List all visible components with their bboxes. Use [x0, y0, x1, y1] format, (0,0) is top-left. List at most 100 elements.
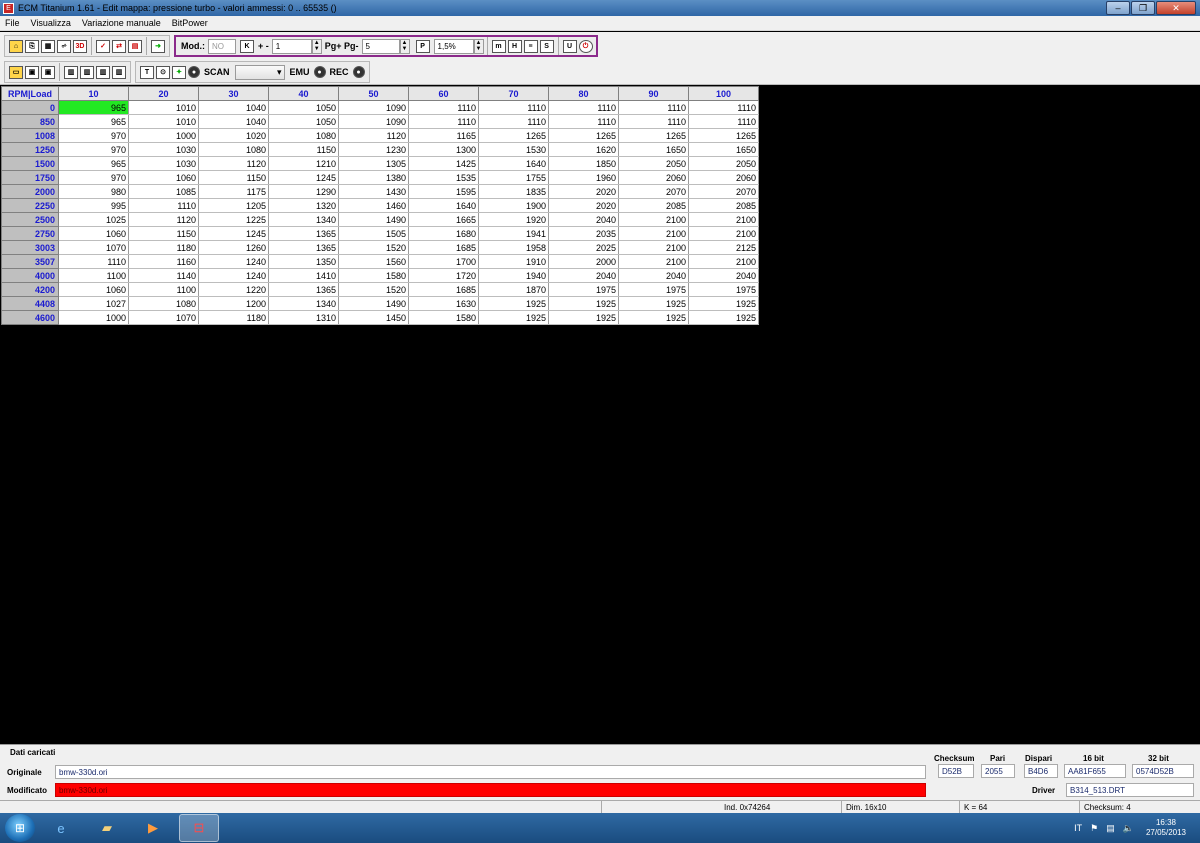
volume-icon[interactable]: 🔈	[1123, 823, 1134, 834]
map-cell[interactable]: 1010	[128, 100, 199, 115]
map-cell[interactable]: 1320	[268, 198, 339, 213]
map-cell[interactable]: 1365	[268, 226, 339, 241]
map-cell[interactable]: 1180	[128, 240, 199, 255]
map-cell[interactable]: 1265	[548, 128, 619, 143]
map-cell[interactable]: 1925	[478, 310, 549, 325]
map-cell[interactable]: 1530	[478, 142, 549, 157]
map-cell[interactable]: 1290	[268, 184, 339, 199]
map-cell[interactable]: 1120	[198, 156, 269, 171]
map-cell[interactable]: 1925	[548, 296, 619, 311]
map-cell[interactable]: 1520	[338, 282, 409, 297]
map-cell[interactable]: 1755	[478, 170, 549, 185]
map-cell[interactable]: 1150	[268, 142, 339, 157]
map-row-header[interactable]: 850	[1, 114, 59, 129]
map-cell[interactable]: 1925	[548, 310, 619, 325]
map-cell[interactable]: 1030	[128, 142, 199, 157]
map-cell[interactable]: 1060	[58, 282, 129, 297]
map-cell[interactable]: 1060	[58, 226, 129, 241]
map-cell[interactable]: 1960	[548, 170, 619, 185]
map-cell[interactable]: 1110	[688, 114, 759, 129]
map-cell[interactable]: 2050	[618, 156, 689, 171]
map-cell[interactable]: 980	[58, 184, 129, 199]
emu-button-icon[interactable]: ●	[313, 66, 326, 78]
map-cell[interactable]: 1110	[128, 198, 199, 213]
map-cell[interactable]: 1685	[408, 282, 479, 297]
original-file-field[interactable]: bmw-330d.ori	[55, 765, 926, 779]
language-indicator[interactable]: IT	[1074, 823, 1082, 833]
map-row-header[interactable]: 2750	[1, 226, 59, 241]
map-cell[interactable]: 2020	[548, 198, 619, 213]
map-cell[interactable]: 1940	[478, 268, 549, 283]
map-cell[interactable]: 1580	[408, 310, 479, 325]
graph-2d-icon[interactable]: ⩫	[57, 39, 71, 53]
save-as-icon[interactable]: ▣	[41, 65, 55, 79]
minimize-button[interactable]: –	[1106, 1, 1130, 15]
map-row-header[interactable]: 2500	[1, 212, 59, 227]
map-cell[interactable]: 1305	[338, 156, 409, 171]
open-folder-icon[interactable]: ▭	[9, 65, 23, 79]
map-cell[interactable]: 1925	[478, 296, 549, 311]
map-cell[interactable]: 1975	[688, 282, 759, 297]
network-icon[interactable]: ▤	[1106, 823, 1115, 834]
map-cell[interactable]: 1365	[268, 240, 339, 255]
map-cell[interactable]: 1180	[198, 310, 269, 325]
copy-icon[interactable]: ⎘	[25, 39, 39, 53]
map-cell[interactable]: 1240	[198, 268, 269, 283]
map-cell[interactable]: 1175	[198, 184, 269, 199]
map-cell[interactable]: 1265	[618, 128, 689, 143]
map-cell[interactable]: 1665	[408, 212, 479, 227]
map-cell[interactable]: 2100	[618, 226, 689, 241]
map-cell[interactable]: 1958	[478, 240, 549, 255]
percent-field[interactable]: 1,5%	[433, 38, 474, 54]
rec-button-icon[interactable]: ●	[352, 66, 365, 78]
modified-file-field[interactable]: bmw-330d.ori	[55, 783, 926, 797]
map-cell[interactable]: 1245	[268, 170, 339, 185]
map-cell[interactable]: 1140	[128, 268, 199, 283]
map-cell[interactable]: 1030	[128, 156, 199, 171]
map-cell[interactable]: 1010	[128, 114, 199, 129]
map-cell[interactable]: 1100	[128, 282, 199, 297]
map-cell[interactable]: 1165	[408, 128, 479, 143]
map-cell[interactable]: 1910	[478, 254, 549, 269]
map-cell[interactable]: 1620	[548, 142, 619, 157]
map-column-header[interactable]: 40	[268, 86, 339, 101]
menu-file[interactable]: File	[5, 18, 20, 28]
map-cell[interactable]: 1720	[408, 268, 479, 283]
scan-select[interactable]	[234, 64, 285, 80]
map-column-header[interactable]: 60	[408, 86, 479, 101]
map-cell[interactable]: 1450	[338, 310, 409, 325]
map-cell[interactable]: 1085	[128, 184, 199, 199]
map-cell[interactable]: 2035	[548, 226, 619, 241]
map-cell[interactable]: 1460	[338, 198, 409, 213]
undo-icon[interactable]: S	[539, 39, 554, 53]
map-cell[interactable]: 2100	[618, 254, 689, 269]
plusminus-spinner[interactable]: ▲ ▼	[311, 38, 322, 54]
map-row-header[interactable]: 1008	[1, 128, 59, 143]
check-icon[interactable]: ✓	[96, 39, 110, 53]
map-cell[interactable]: 970	[58, 142, 129, 157]
map-cell[interactable]: 1080	[128, 296, 199, 311]
save-icon[interactable]: ▣	[25, 65, 39, 79]
maximize-button[interactable]: ❐	[1131, 1, 1155, 15]
map-cell[interactable]: 2100	[688, 212, 759, 227]
map-cell[interactable]: 1100	[58, 268, 129, 283]
map-cell[interactable]: 1230	[338, 142, 409, 157]
map-cell[interactable]: 1300	[408, 142, 479, 157]
map-cell[interactable]: 1110	[58, 254, 129, 269]
map-cell[interactable]: 1080	[268, 128, 339, 143]
map-cell[interactable]: 965	[58, 156, 129, 171]
map-column-header[interactable]: 90	[618, 86, 689, 101]
map-row-header[interactable]: 1750	[1, 170, 59, 185]
plusminus-field[interactable]: 1	[271, 38, 312, 54]
info-icon[interactable]: U	[562, 39, 577, 53]
map-cell[interactable]: 1000	[58, 310, 129, 325]
map-cell[interactable]: 1225	[198, 212, 269, 227]
menu-visualizza[interactable]: Visualizza	[31, 18, 71, 28]
map-cell[interactable]: 1080	[198, 142, 269, 157]
map-cell[interactable]: 1430	[338, 184, 409, 199]
map-column-header[interactable]: 100	[688, 86, 759, 101]
action-center-icon[interactable]: ⚑	[1090, 823, 1098, 834]
map-cell[interactable]: 1580	[338, 268, 409, 283]
map-cell[interactable]: 2060	[688, 170, 759, 185]
map-cell[interactable]: 2040	[548, 268, 619, 283]
